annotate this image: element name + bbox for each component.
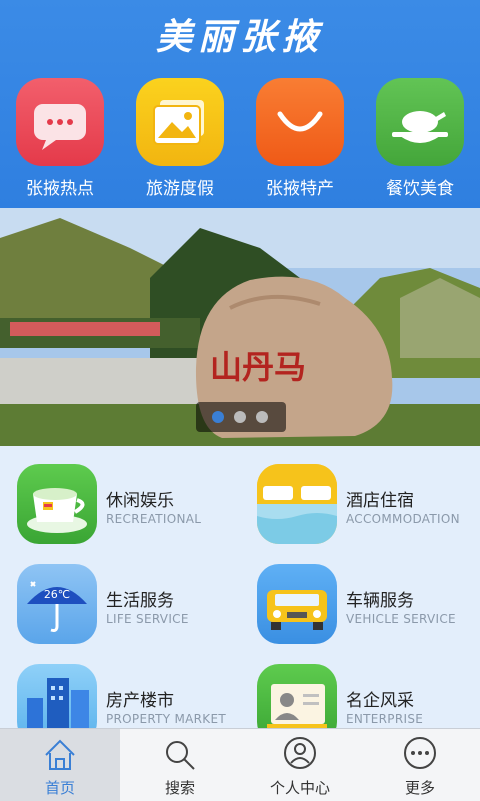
header: 美丽张掖 张掖热点 旅游度假 张掖特产 餐饮美食 [0, 0, 480, 208]
photo-icon [136, 78, 224, 166]
bottom-tab-bar: 首页 搜索 个人中心 更多 [0, 728, 480, 801]
service-subtitle: VEHICLE SERVICE [346, 612, 456, 626]
category-label: 张掖特产 [266, 179, 334, 199]
car-icon [257, 564, 337, 644]
user-icon [284, 737, 316, 769]
category-travel[interactable]: 旅游度假 [120, 78, 240, 199]
service-subtitle: RECREATIONAL [106, 512, 202, 526]
tab-home[interactable]: 首页 [0, 729, 120, 801]
roast-chicken-icon [376, 78, 464, 166]
category-label: 旅游度假 [146, 179, 214, 199]
weather-badge: 26℃ [44, 588, 70, 601]
services-grid: 休闲娱乐 RECREATIONAL 酒店住宿 ACCOMMODATION 26℃… [0, 446, 480, 744]
tea-cup-icon [17, 464, 97, 544]
service-property[interactable]: 房产楼市 PROPERTY MARKET [0, 646, 240, 744]
service-accommodation[interactable]: 酒店住宿 ACCOMMODATION [240, 446, 480, 544]
tab-label: 个人中心 [269, 779, 330, 797]
service-life[interactable]: 26℃ 生活服务 LIFE SERVICE [0, 546, 240, 644]
service-subtitle: ACCOMMODATION [346, 512, 460, 526]
service-subtitle: ENTERPRISE [346, 712, 424, 726]
service-title: 酒店住宿 [346, 491, 414, 511]
tab-label: 更多 [404, 779, 435, 797]
service-title: 生活服务 [106, 591, 174, 611]
service-subtitle: PROPERTY MARKET [106, 712, 226, 726]
service-subtitle: LIFE SERVICE [106, 612, 189, 626]
service-vehicle[interactable]: 车辆服务 VEHICLE SERVICE [240, 546, 480, 644]
umbrella-weather-icon: 26℃ [17, 564, 97, 644]
service-title: 房产楼市 [106, 691, 174, 711]
category-specialty[interactable]: 张掖特产 [240, 78, 360, 199]
indicator-dot-active[interactable] [212, 411, 224, 423]
tab-label: 首页 [44, 779, 75, 797]
chat-bubble-icon [16, 78, 104, 166]
search-icon [166, 741, 195, 770]
more-icon [404, 737, 436, 769]
home-icon [45, 739, 75, 770]
service-recreational[interactable]: 休闲娱乐 RECREATIONAL [0, 446, 240, 544]
tab-search[interactable]: 搜索 [120, 729, 240, 801]
category-food[interactable]: 餐饮美食 [360, 78, 480, 199]
category-label: 张掖热点 [26, 179, 94, 199]
service-enterprise[interactable]: 名企风采 ENTERPRISE [240, 646, 480, 744]
banner-carved-text: 山丹马 [210, 348, 306, 386]
indicator-dot[interactable] [256, 411, 268, 423]
service-title: 名企风采 [346, 691, 414, 711]
category-label: 餐饮美食 [386, 179, 454, 199]
tab-profile[interactable]: 个人中心 [240, 729, 360, 801]
carousel-indicator[interactable] [196, 402, 286, 432]
indicator-dot[interactable] [234, 411, 246, 423]
smile-bag-icon [256, 78, 344, 166]
service-title: 车辆服务 [346, 591, 414, 611]
tab-label: 搜索 [164, 779, 195, 797]
tab-more[interactable]: 更多 [360, 729, 480, 801]
category-hotspot[interactable]: 张掖热点 [0, 78, 120, 199]
service-title: 休闲娱乐 [106, 491, 174, 511]
bed-icon [257, 464, 337, 544]
app-title: 美丽张掖 [155, 16, 324, 58]
